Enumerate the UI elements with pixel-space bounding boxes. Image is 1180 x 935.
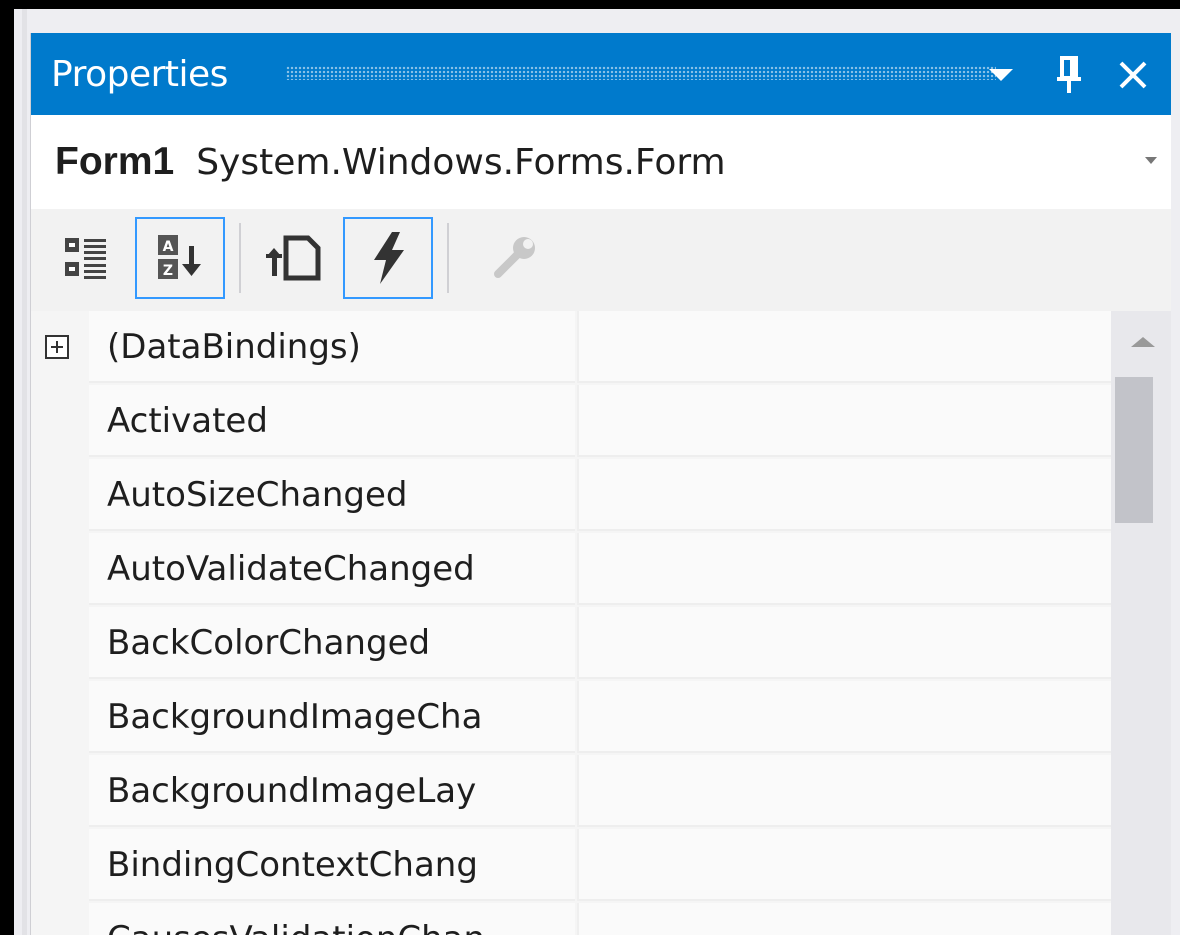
left-divider xyxy=(22,9,27,935)
toolbar-separator xyxy=(239,223,241,293)
property-value[interactable] xyxy=(577,829,1111,901)
object-name: Form1 xyxy=(55,140,175,183)
auto-hide-pin-button[interactable] xyxy=(1047,53,1091,97)
row-gutter xyxy=(31,311,89,384)
object-type: System.Windows.Forms.Form xyxy=(196,141,726,183)
toolbar-separator xyxy=(447,223,449,293)
alphabetical-button[interactable]: A Z xyxy=(135,217,225,299)
events-grid: (DataBindings) Activated AutoSizeChanged… xyxy=(31,311,1111,935)
grid-row[interactable]: AutoValidateChanged xyxy=(31,533,1111,606)
svg-text:A: A xyxy=(163,239,174,255)
svg-text:Z: Z xyxy=(163,263,173,279)
panel-titlebar[interactable]: Properties xyxy=(31,33,1171,115)
grid-row[interactable]: BackColorChanged xyxy=(31,607,1111,680)
properties-panel: Properties Form1 System.Windows.Forms.Fo… xyxy=(30,33,1171,935)
events-button[interactable] xyxy=(343,217,433,299)
row-gutter xyxy=(31,533,89,606)
window-position-dropdown-button[interactable] xyxy=(979,53,1023,97)
property-name[interactable]: AutoValidateChanged xyxy=(89,533,575,605)
grid-row[interactable]: AutoSizeChanged xyxy=(31,459,1111,532)
frame-top-border xyxy=(0,0,1180,9)
wrench-icon xyxy=(494,237,535,278)
chevron-down-icon xyxy=(989,69,1013,81)
property-value[interactable] xyxy=(577,607,1111,679)
vertical-scrollbar[interactable] xyxy=(1111,311,1171,935)
row-gutter xyxy=(31,681,89,754)
scroll-up-arrow-icon[interactable] xyxy=(1131,337,1155,347)
window-frame: Properties Form1 System.Windows.Forms.Fo… xyxy=(0,0,1180,935)
frame-left-border xyxy=(0,0,14,935)
row-gutter xyxy=(31,459,89,532)
properties-button[interactable] xyxy=(249,217,339,299)
property-name[interactable]: BackgroundImageCha xyxy=(89,681,575,753)
property-value[interactable] xyxy=(577,755,1111,827)
property-pages-button[interactable] xyxy=(469,217,559,299)
property-name[interactable]: (DataBindings) xyxy=(89,311,575,383)
property-name[interactable]: CausesValidationChan xyxy=(89,903,575,935)
alphabetical-sort-icon: A Z xyxy=(158,235,201,279)
row-gutter xyxy=(31,829,89,902)
properties-icon xyxy=(266,235,321,281)
row-gutter xyxy=(31,607,89,680)
scrollbar-thumb[interactable] xyxy=(1115,377,1153,523)
panel-title: Properties xyxy=(51,53,228,95)
property-value[interactable] xyxy=(577,311,1111,383)
property-name[interactable]: BackColorChanged xyxy=(89,607,575,679)
object-selector[interactable]: Form1 System.Windows.Forms.Form xyxy=(31,115,1171,209)
categorized-icon xyxy=(65,238,106,279)
row-gutter xyxy=(31,385,89,458)
property-value[interactable] xyxy=(577,681,1111,753)
close-icon xyxy=(1119,61,1147,89)
property-name[interactable]: Activated xyxy=(89,385,575,457)
property-name[interactable]: BindingContextChang xyxy=(89,829,575,901)
lightning-icon xyxy=(374,232,404,284)
expand-plus-icon[interactable] xyxy=(45,335,69,359)
row-gutter xyxy=(31,755,89,828)
grid-row[interactable]: BackgroundImageLay xyxy=(31,755,1111,828)
pin-icon xyxy=(1057,56,1081,93)
property-value[interactable] xyxy=(577,459,1111,531)
grid-row[interactable]: BindingContextChang xyxy=(31,829,1111,902)
categorized-button[interactable] xyxy=(49,217,123,299)
property-value[interactable] xyxy=(577,903,1111,935)
selector-dropdown-icon[interactable] xyxy=(1145,157,1157,164)
grid-row[interactable]: (DataBindings) xyxy=(31,311,1111,384)
property-value[interactable] xyxy=(577,533,1111,605)
property-name[interactable]: AutoSizeChanged xyxy=(89,459,575,531)
grid-row[interactable]: Activated xyxy=(31,385,1111,458)
properties-toolbar: A Z xyxy=(31,209,1171,311)
row-gutter xyxy=(31,903,89,935)
close-button[interactable] xyxy=(1111,53,1155,97)
grid-row[interactable]: CausesValidationChan xyxy=(31,903,1111,935)
property-value[interactable] xyxy=(577,385,1111,457)
property-name[interactable]: BackgroundImageLay xyxy=(89,755,575,827)
drag-grip[interactable] xyxy=(286,66,996,80)
grid-row[interactable]: BackgroundImageCha xyxy=(31,681,1111,754)
